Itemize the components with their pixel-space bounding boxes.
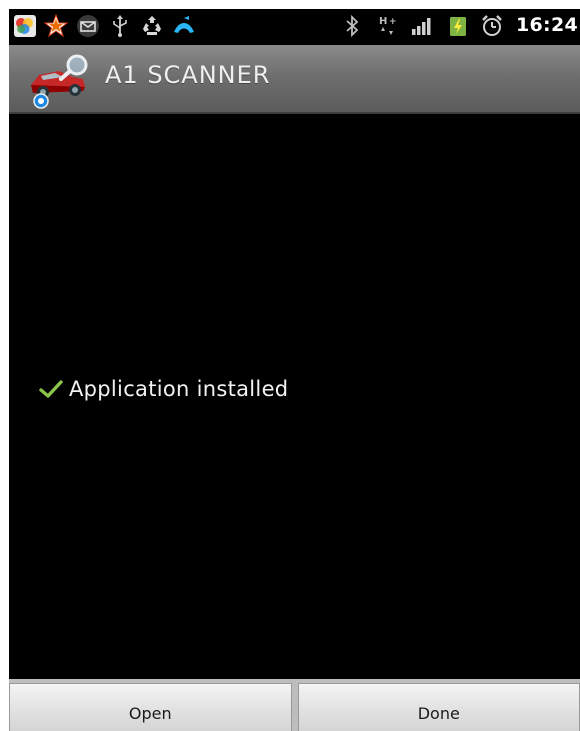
alarm-clock-icon: [479, 13, 505, 39]
status-bar: H + 16:24: [9, 9, 580, 45]
checkmark-icon: [39, 378, 63, 400]
email-icon[interactable]: [75, 13, 101, 39]
status-time: 16:24: [516, 14, 578, 36]
done-button[interactable]: Done: [297, 683, 580, 731]
photos-icon[interactable]: [12, 13, 38, 39]
svg-text:H: H: [379, 16, 387, 27]
hplus-network-icon: H +: [375, 13, 401, 39]
title-bar: A1 SCANNER: [9, 45, 580, 114]
svg-text:+: +: [389, 17, 397, 27]
install-screen: H + 16:24 A1 SCANNER Application install…: [9, 9, 580, 731]
open-button[interactable]: Open: [9, 683, 292, 731]
install-status-message: Application installed: [39, 377, 288, 401]
battery-charging-icon: [445, 13, 471, 39]
install-status-text: Application installed: [69, 377, 289, 401]
signal-bars-icon: [409, 13, 435, 39]
car-scanner-icon: [25, 51, 95, 109]
recycle-icon: [139, 13, 165, 39]
button-bar: Open Done: [9, 679, 580, 731]
usb-icon: [107, 13, 133, 39]
phone-call-icon[interactable]: [171, 13, 197, 39]
app-title: A1 SCANNER: [105, 61, 271, 89]
bluetooth-icon: [339, 13, 365, 39]
star-icon[interactable]: [43, 13, 69, 39]
